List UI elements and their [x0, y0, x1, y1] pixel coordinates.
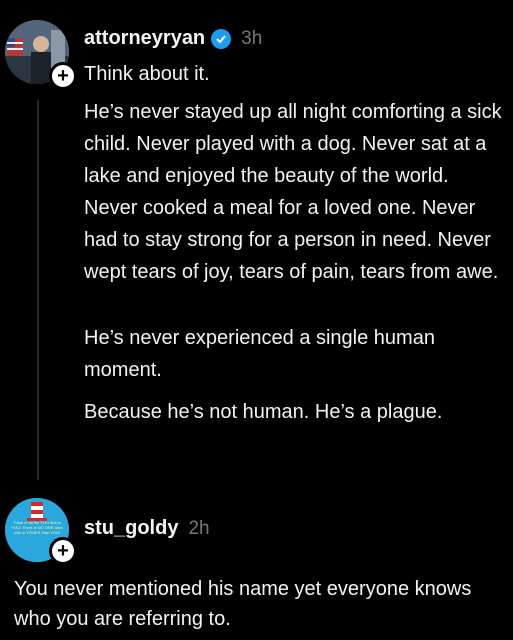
post-paragraph-2: He’s never experienced a single human mo… [84, 327, 435, 381]
follow-plus-icon[interactable]: + [49, 62, 77, 90]
avatar-quote: Think of all the YOU that is YOU! There … [11, 520, 63, 535]
reply-username[interactable]: stu_goldy [84, 517, 178, 540]
thread-line [37, 100, 39, 480]
post-paragraph-1: He’s never stayed up all night comfortin… [84, 101, 502, 283]
reply-text: You never mentioned his name yet everyon… [14, 578, 472, 630]
username[interactable]: attorneyryan [84, 27, 205, 50]
post-header: attorneyryan 3h [84, 27, 262, 50]
reply-header: stu_goldy 2h [84, 517, 210, 540]
verified-badge-icon [211, 28, 232, 49]
follow-plus-icon[interactable]: + [49, 537, 77, 565]
reply-time: 2h [188, 517, 210, 539]
post-attorneyryan: + attorneyryan 3h Think about it. He’s n… [0, 0, 513, 480]
post-paragraph-3: Because he’s not human. He’s a plague. [84, 401, 443, 423]
post-time: 3h [241, 27, 263, 49]
post-title: Think about it. [84, 63, 210, 85]
